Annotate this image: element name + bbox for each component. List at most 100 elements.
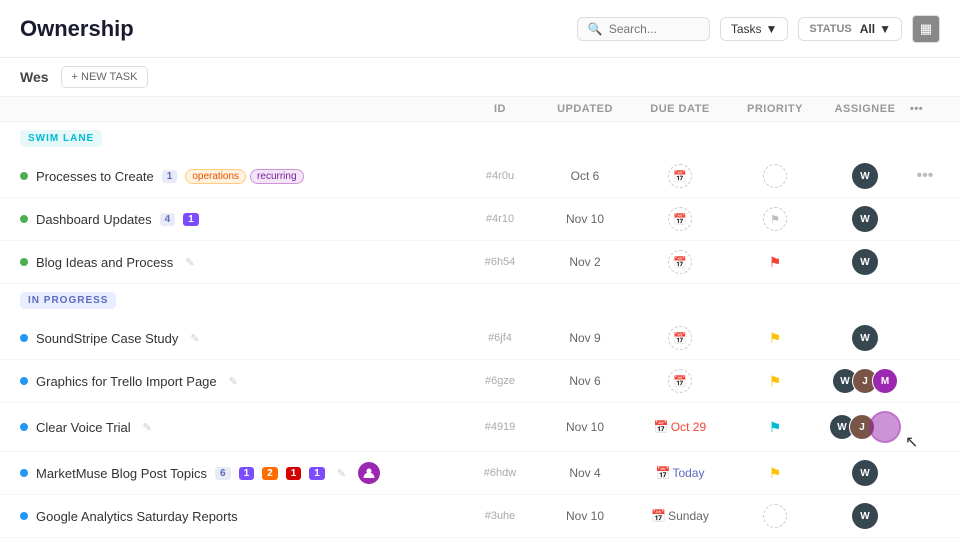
task-name-cell: Clear Voice Trial ✎	[20, 420, 460, 435]
status-filter[interactable]: STATUS All ▼	[798, 17, 902, 41]
overdue-date: 📅 Oct 29	[654, 420, 706, 434]
due-date-icon: 📅	[668, 164, 692, 188]
header: Ownership 🔍 Tasks ▼ STATUS All ▼ ▦	[0, 0, 960, 58]
search-icon: 🔍	[588, 22, 603, 36]
user-pill	[358, 462, 380, 484]
task-id: #4r10	[460, 213, 540, 225]
edit-icon[interactable]: ✎	[337, 467, 346, 480]
due-date-cell: 📅	[630, 326, 730, 350]
priority-cell	[730, 504, 820, 528]
table-row: Graphics for Trello Import Page ✎ #6gze …	[0, 360, 960, 403]
task-id: #6h54	[460, 256, 540, 268]
col-due: DUE DATE	[630, 103, 730, 115]
due-date-icon: 📅	[668, 207, 692, 231]
table-row: Blog Ideas and Process ✎ #6h54 Nov 2 📅 ⚑…	[0, 241, 960, 284]
assignee-cell: W	[820, 460, 910, 486]
task-name: Processes to Create	[36, 169, 154, 184]
priority-cell: ⚑	[730, 207, 820, 231]
assignee-cell: W	[820, 206, 910, 232]
due-date-cell: 📅	[630, 250, 730, 274]
updated-date: Nov 10	[540, 212, 630, 226]
calendar-icon-sunday: 📅	[651, 509, 666, 523]
avatar: W	[852, 325, 878, 351]
priority-cell: ⚑	[730, 465, 820, 482]
search-box[interactable]: 🔍	[577, 17, 710, 41]
status-dot	[20, 469, 28, 477]
priority-icon: ⚑	[763, 207, 787, 231]
in-progress-section: IN PROGRESS	[20, 292, 116, 309]
count-badge-1r: 1	[286, 467, 302, 480]
tasks-dropdown[interactable]: Tasks ▼	[720, 17, 789, 41]
table-row: MarketMuse Blog Post Topics 6 1 2 1 1 ✎ …	[0, 452, 960, 495]
due-date-icon: 📅	[668, 250, 692, 274]
user-name: Wes	[20, 69, 49, 85]
more-options-icon[interactable]: •••	[910, 103, 923, 115]
page-title: Ownership	[20, 16, 134, 42]
due-date-cell: 📅	[630, 164, 730, 188]
badge-ops: operations	[185, 169, 246, 184]
table-row: Clear Voice Trial ✎ #4919 Nov 10 📅 Oct 2…	[0, 403, 960, 452]
updated-date: Nov 10	[540, 509, 630, 523]
updated-date: Nov 2	[540, 255, 630, 269]
assignee-cell: W	[820, 503, 910, 529]
status-value: All	[860, 22, 875, 36]
col-priority: PRIORITY	[730, 103, 820, 115]
task-id: #4r0u	[460, 170, 540, 182]
due-date-icon: 📅	[668, 369, 692, 393]
table-row: Dashboard Updates 4 1 #4r10 Nov 10 📅 ⚑ W	[0, 198, 960, 241]
count-badge-6: 6	[215, 467, 231, 480]
task-name-cell: Dashboard Updates 4 1	[20, 212, 460, 227]
task-name-cell: Google Analytics Saturday Reports	[20, 509, 460, 524]
edit-icon[interactable]: ✎	[229, 375, 238, 388]
updated-date: Nov 9	[540, 331, 630, 345]
avatar-3	[869, 411, 901, 443]
task-id: #4919	[460, 421, 540, 433]
status-dot	[20, 423, 28, 431]
edit-icon[interactable]: ✎	[190, 332, 199, 345]
count-badge-1p2: 1	[309, 467, 325, 480]
count-badge: 4	[160, 213, 176, 226]
task-name: Graphics for Trello Import Page	[36, 374, 217, 389]
updated-date: Nov 4	[540, 466, 630, 480]
edit-icon[interactable]: ✎	[143, 421, 152, 434]
priority-cell: ⚑	[730, 254, 820, 271]
flag-icon: ⚑	[769, 465, 782, 482]
assignee-cell: W	[820, 325, 910, 351]
flag-icon: ⚑	[769, 373, 782, 390]
due-date-cell: 📅 Sunday	[630, 509, 730, 523]
table-row: Google Analytics Saturday Reports #3uhe …	[0, 495, 960, 538]
table-row: Processes to Create 1 operations recurri…	[0, 155, 960, 198]
status-dot	[20, 512, 28, 520]
updated-date: Nov 10	[540, 420, 630, 434]
sunday-date: 📅 Sunday	[651, 509, 709, 523]
col-id: ID	[460, 103, 540, 115]
search-input[interactable]	[609, 22, 699, 36]
col-more: •••	[910, 103, 940, 115]
task-name: Google Analytics Saturday Reports	[36, 509, 238, 524]
edit-icon[interactable]: ✎	[185, 256, 194, 269]
due-date-cell: 📅	[630, 369, 730, 393]
task-id: #6gze	[460, 375, 540, 387]
avatar: W	[852, 503, 878, 529]
flag-icon: ⚑	[769, 419, 782, 436]
status-dot	[20, 377, 28, 385]
assignee-cell: W J	[820, 411, 910, 443]
updated-date: Nov 6	[540, 374, 630, 388]
avatar-group: W J M	[832, 368, 898, 394]
task-id: #6jf4	[460, 332, 540, 344]
avatar-3: M	[872, 368, 898, 394]
col-assignee: ASSIGNEE	[820, 103, 910, 115]
task-name-cell: MarketMuse Blog Post Topics 6 1 2 1 1 ✎	[20, 462, 460, 484]
status-dot	[20, 215, 28, 223]
badge-rec: recurring	[250, 169, 303, 184]
priority-cell: ⚑	[730, 373, 820, 390]
sub-header: Wes + NEW TASK	[0, 58, 960, 97]
avatar: W	[852, 460, 878, 486]
filter-button[interactable]: ▦	[912, 15, 940, 43]
due-date-cell: 📅 Today	[630, 466, 730, 480]
due-date-icon: 📅	[668, 326, 692, 350]
more-button[interactable]: •••	[910, 167, 940, 185]
new-task-button[interactable]: + NEW TASK	[61, 66, 149, 88]
task-name: Dashboard Updates	[36, 212, 152, 227]
task-name-cell: Processes to Create 1 operations recurri…	[20, 169, 460, 184]
